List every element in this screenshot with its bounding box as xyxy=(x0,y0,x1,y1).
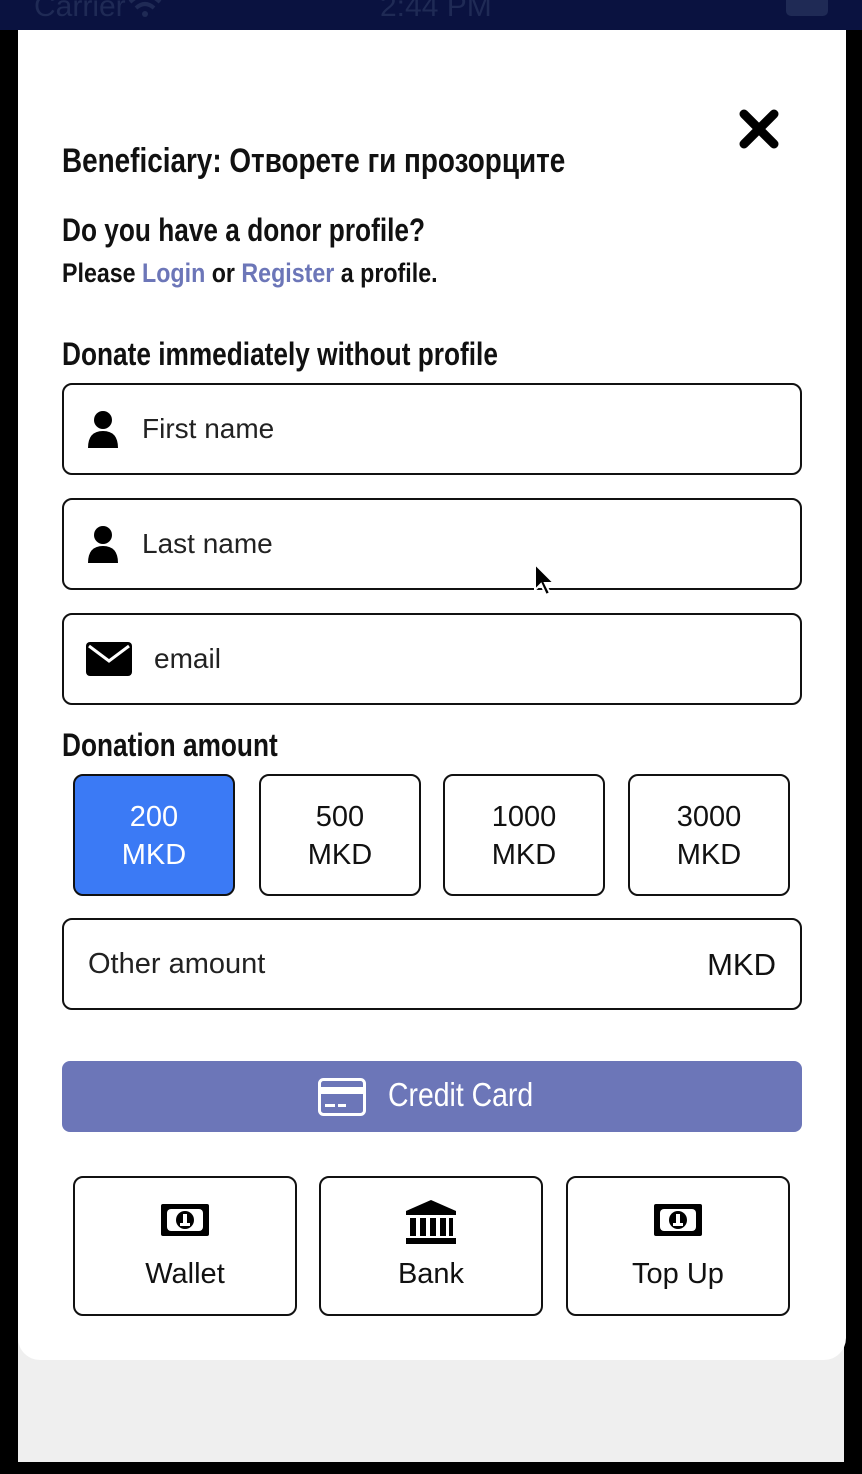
amount-option-500[interactable]: 500 MKD xyxy=(259,774,421,896)
login-prefix: Please xyxy=(62,258,136,288)
amount-option-1000[interactable]: 1000 MKD xyxy=(443,774,605,896)
other-amount-unit: MKD xyxy=(707,947,776,982)
top-up-label: Top Up xyxy=(632,1258,724,1290)
last-name-field[interactable] xyxy=(62,498,802,590)
money-bill-icon xyxy=(654,1204,702,1236)
donation-amount-heading: Donation amount xyxy=(62,727,278,763)
wifi-icon xyxy=(128,0,162,17)
user-icon xyxy=(88,411,118,448)
amount-currency: MKD xyxy=(491,839,557,871)
amount-value: 500 xyxy=(315,801,365,833)
donate-without-profile-heading: Donate immediately without profile xyxy=(62,336,498,372)
donation-modal: Beneficiary: Отворете ги прозорците Do y… xyxy=(18,30,846,1360)
first-name-field[interactable] xyxy=(62,383,802,475)
carrier-label: Carrier xyxy=(34,0,126,23)
bank-label: Bank xyxy=(397,1258,465,1290)
login-prompt: Please Login or Register a profile. xyxy=(62,258,438,289)
wallet-label: Wallet xyxy=(145,1258,225,1290)
register-link[interactable]: Register xyxy=(241,258,334,288)
bank-button[interactable]: Bank xyxy=(319,1176,543,1316)
close-icon[interactable] xyxy=(738,108,780,150)
amount-currency: MKD xyxy=(121,839,187,871)
amount-option-200[interactable]: 200 MKD xyxy=(73,774,235,896)
last-name-input[interactable] xyxy=(142,500,702,588)
bank-icon xyxy=(406,1200,456,1244)
wallet-button[interactable]: Wallet xyxy=(73,1176,297,1316)
status-bar: Carrier 2:44 PM xyxy=(0,0,862,30)
other-amount-input[interactable] xyxy=(88,920,648,1008)
amount-value: 3000 xyxy=(676,801,742,833)
amount-value: 200 xyxy=(129,801,179,833)
credit-card-button[interactable]: Credit Card xyxy=(62,1061,802,1132)
login-link[interactable]: Login xyxy=(142,258,205,288)
amount-value: 1000 xyxy=(491,801,557,833)
credit-card-label: Credit Card xyxy=(388,1076,534,1113)
credit-card-icon xyxy=(318,1078,366,1116)
email-input[interactable] xyxy=(154,615,714,703)
email-field[interactable] xyxy=(62,613,802,705)
top-up-button[interactable]: Top Up xyxy=(566,1176,790,1316)
amount-currency: MKD xyxy=(676,839,742,871)
donor-profile-question: Do you have a donor profile? xyxy=(62,212,426,248)
envelope-icon xyxy=(86,642,132,676)
other-amount-field[interactable]: MKD xyxy=(62,918,802,1010)
amount-option-3000[interactable]: 3000 MKD xyxy=(628,774,790,896)
user-icon xyxy=(88,526,118,563)
page-title: Beneficiary: Отворете ги прозорците xyxy=(62,142,566,180)
money-bill-icon xyxy=(161,1204,209,1236)
login-suffix: a profile. xyxy=(340,258,438,288)
mouse-pointer-icon xyxy=(534,563,556,597)
first-name-input[interactable] xyxy=(142,385,702,473)
clock: 2:44 PM xyxy=(380,0,492,23)
battery-icon xyxy=(786,0,828,16)
amount-currency: MKD xyxy=(307,839,373,871)
login-or: or xyxy=(211,258,235,288)
